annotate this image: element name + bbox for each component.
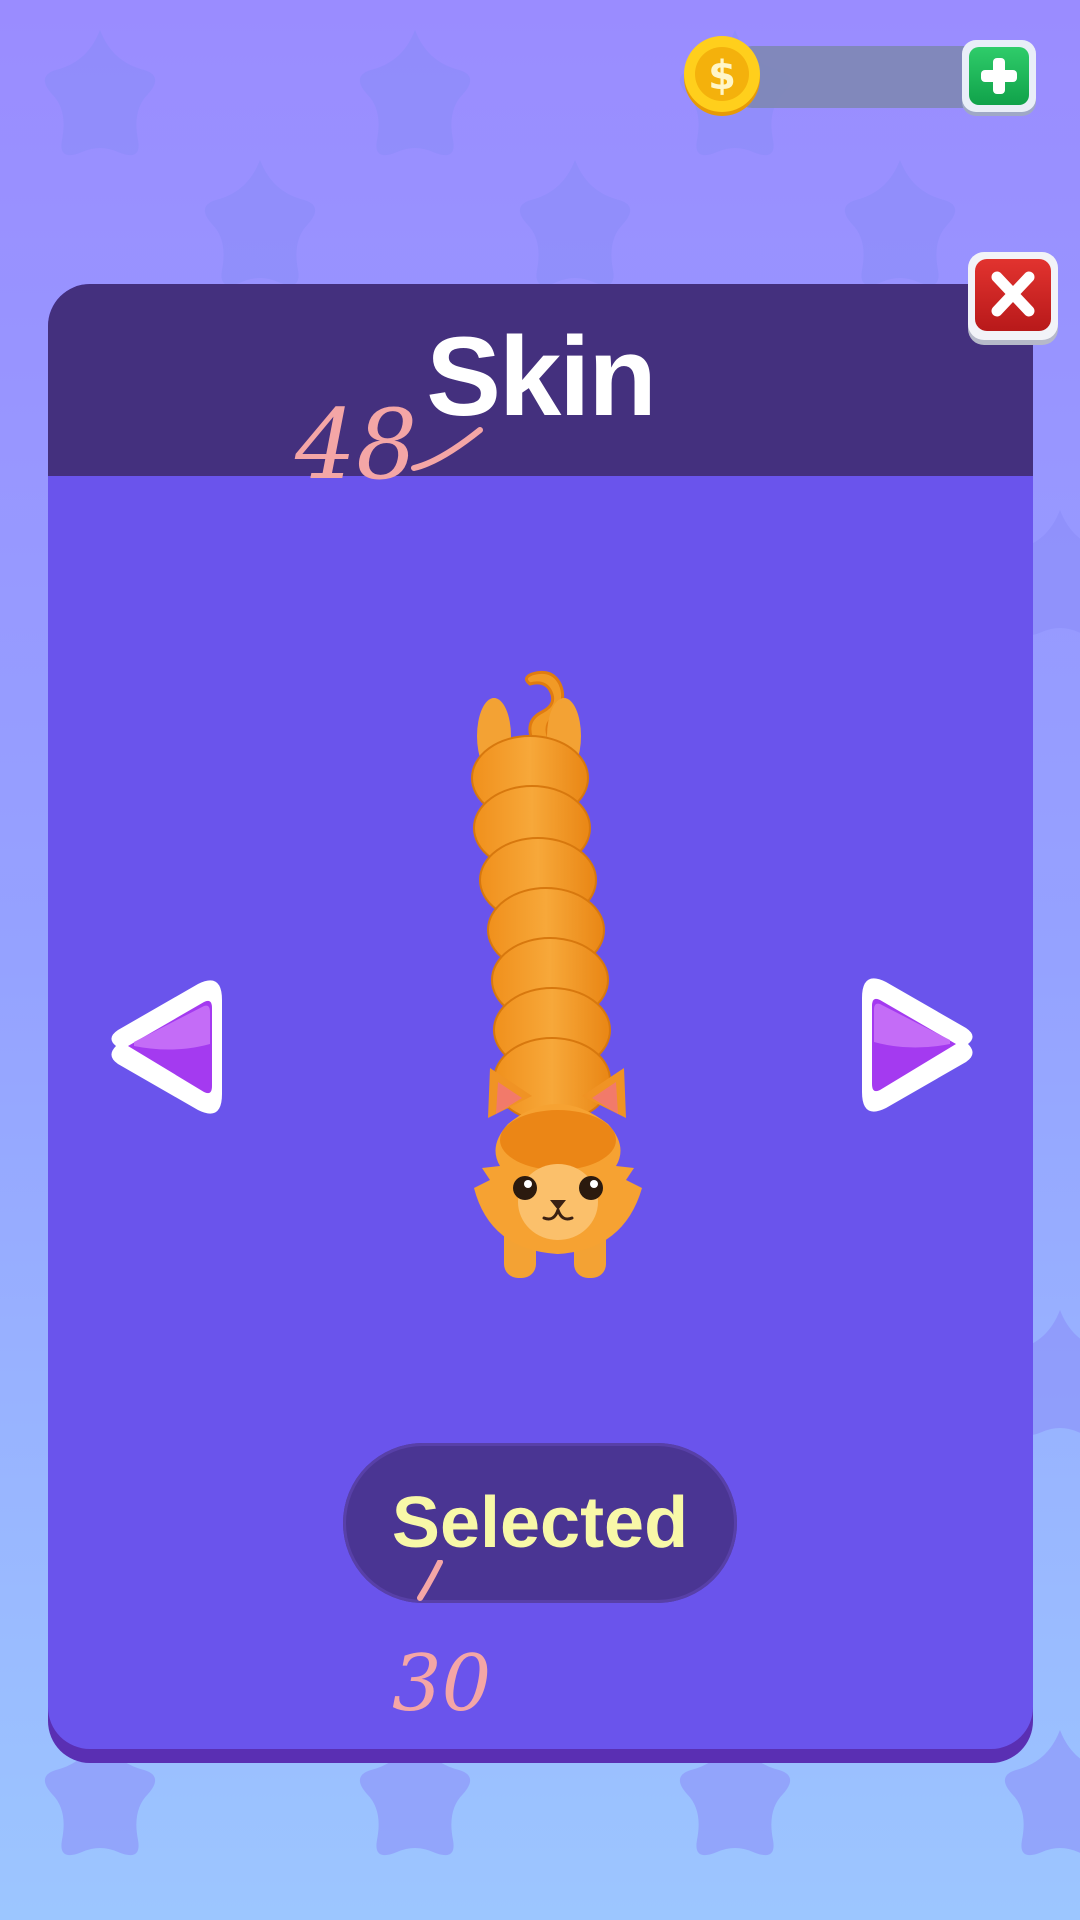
coin-amount bbox=[770, 50, 970, 104]
dollar-coin-icon: $ bbox=[684, 36, 760, 116]
annotation-48: 48 bbox=[294, 389, 417, 501]
close-x-icon bbox=[991, 271, 1035, 317]
next-skin-button[interactable] bbox=[850, 970, 990, 1120]
cat-skin-preview bbox=[471, 670, 642, 1278]
dialog-title: Skin bbox=[426, 314, 657, 439]
handwritten-annotation-top: 48 bbox=[294, 389, 483, 501]
close-button[interactable] bbox=[968, 252, 1058, 340]
handwritten-annotation-bottom: 30 bbox=[392, 1560, 491, 1729]
previous-skin-button[interactable] bbox=[94, 972, 234, 1122]
svg-text:$: $ bbox=[708, 53, 736, 99]
plus-icon bbox=[981, 58, 1017, 94]
dialog-header: Skin bbox=[48, 284, 1033, 476]
add-coins-button[interactable] bbox=[962, 40, 1036, 112]
annotation-30: 30 bbox=[392, 1639, 491, 1729]
